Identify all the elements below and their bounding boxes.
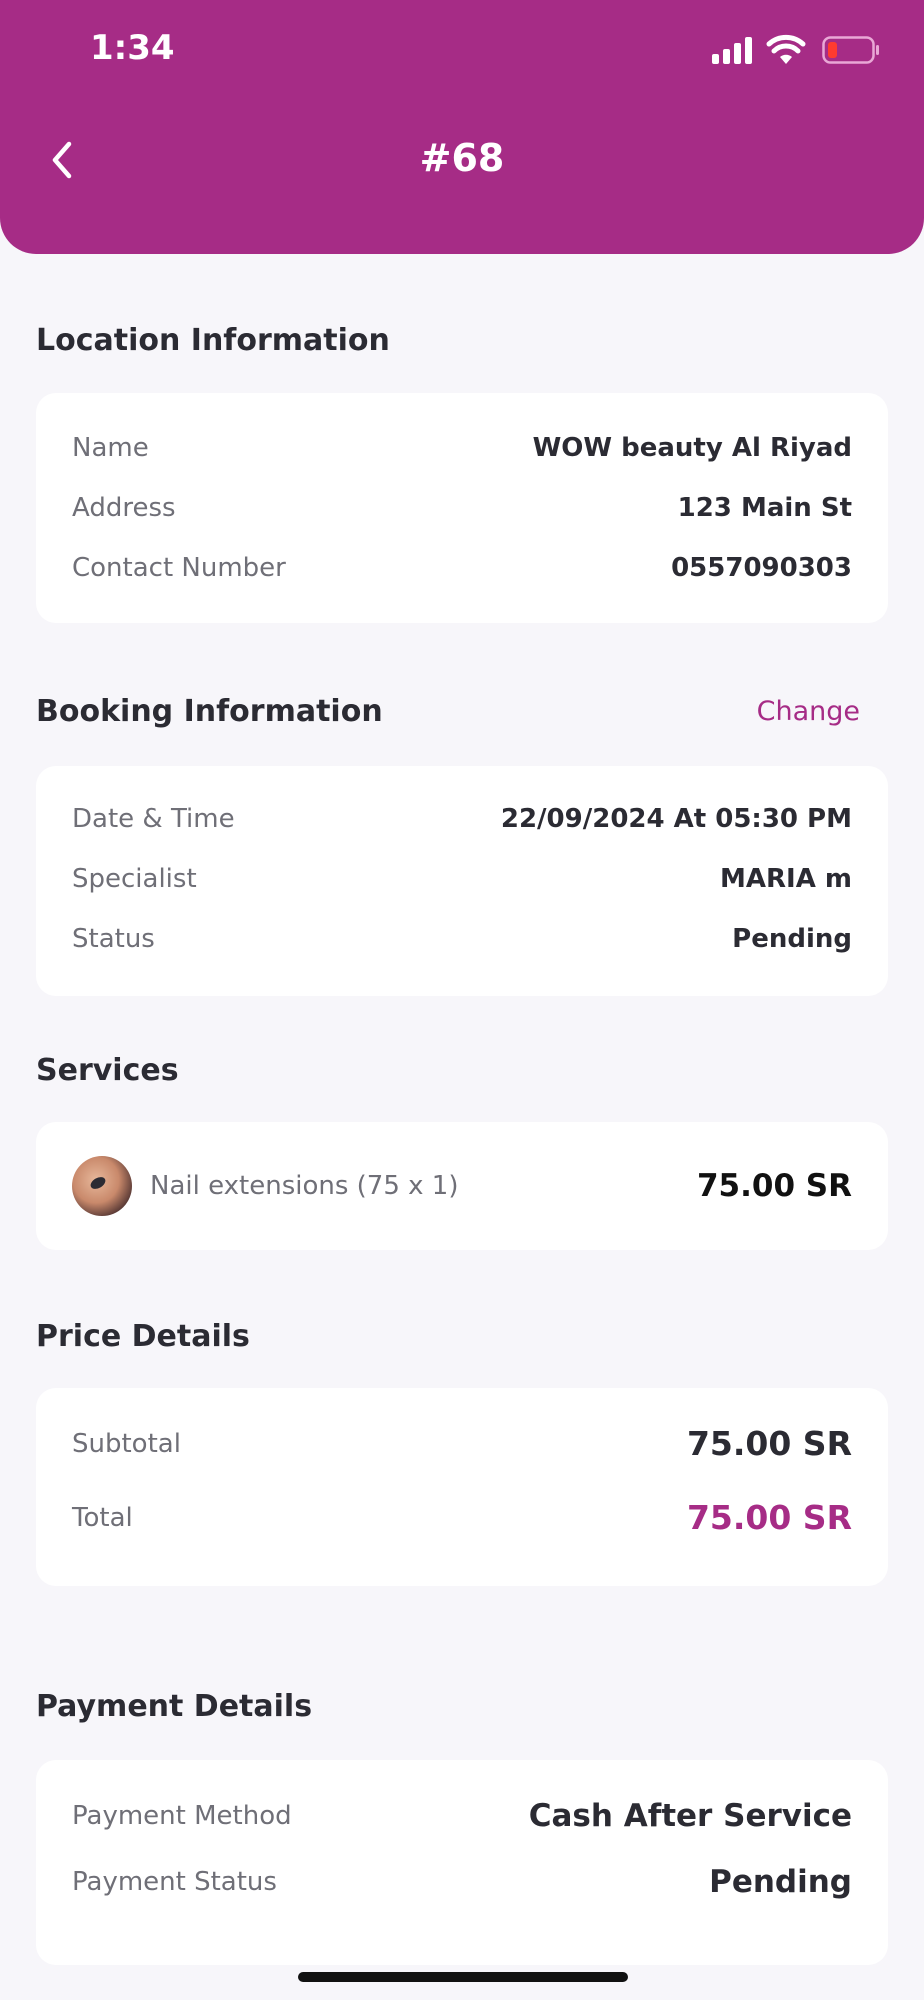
row-label: Address <box>72 493 176 523</box>
payment-method-label: Payment Method <box>72 1801 292 1831</box>
booking-status-value: Pending <box>732 924 852 954</box>
payment-section-title: Payment Details <box>36 1689 313 1724</box>
total-value: 75.00 SR <box>686 1498 852 1537</box>
location-name-value: WOW beauty Al Riyad <box>532 433 852 463</box>
payment-status-row: Payment Status Pending <box>72 1864 852 1900</box>
row-label: Specialist <box>72 864 197 894</box>
location-contact-value: 0557090303 <box>671 553 852 583</box>
services-card: Nail extensions (75 x 1) 75.00 SR <box>36 1122 888 1250</box>
row-label: Contact Number <box>72 553 286 583</box>
payment-card: Payment Method Cash After Service Paymen… <box>36 1760 888 1965</box>
service-thumbnail <box>72 1156 132 1216</box>
location-card: Name WOW beauty Al Riyad Address 123 Mai… <box>36 393 888 623</box>
service-name: Nail extensions (75 x 1) <box>150 1171 459 1201</box>
price-details-card: Subtotal 75.00 SR Total 75.00 SR <box>36 1388 888 1586</box>
price-details-section-title: Price Details <box>36 1319 250 1354</box>
service-price: 75.00 SR <box>696 1168 852 1204</box>
row-label: Status <box>72 924 155 954</box>
home-indicator <box>298 1972 628 1982</box>
booking-section-title: Booking Information <box>36 694 383 729</box>
cellular-signal-icon <box>712 37 752 64</box>
booking-card: Date & Time 22/09/2024 At 05:30 PM Speci… <box>36 766 888 996</box>
subtotal-row: Subtotal 75.00 SR <box>72 1424 852 1463</box>
location-name-row: Name WOW beauty Al Riyad <box>72 433 852 463</box>
location-section-title: Location Information <box>36 323 390 358</box>
booking-specialist-row: Specialist MARIA m <box>72 864 852 894</box>
location-address-row: Address 123 Main St <box>72 493 852 523</box>
row-label: Name <box>72 433 149 463</box>
booking-specialist-value: MARIA m <box>720 864 852 894</box>
app-header: 1:34 #68 <box>0 0 924 254</box>
total-row: Total 75.00 SR <box>72 1498 852 1537</box>
booking-status-row: Status Pending <box>72 924 852 954</box>
payment-status-label: Payment Status <box>72 1867 277 1897</box>
service-info: Nail extensions (75 x 1) <box>72 1156 458 1216</box>
booking-datetime-value: 22/09/2024 At 05:30 PM <box>500 804 852 834</box>
location-contact-row: Contact Number 0557090303 <box>72 553 852 583</box>
payment-method-row: Payment Method Cash After Service <box>72 1798 852 1834</box>
booking-datetime-row: Date & Time 22/09/2024 At 05:30 PM <box>72 804 852 834</box>
payment-status-value: Pending <box>709 1864 852 1900</box>
wifi-icon <box>766 34 806 64</box>
row-label: Date & Time <box>72 804 235 834</box>
services-section-title: Services <box>36 1053 179 1088</box>
service-item[interactable]: Nail extensions (75 x 1) 75.00 SR <box>72 1156 852 1216</box>
payment-method-value: Cash After Service <box>528 1798 852 1834</box>
change-booking-link[interactable]: Change <box>757 696 860 727</box>
total-label: Total <box>72 1502 133 1533</box>
location-address-value: 123 Main St <box>677 493 852 523</box>
subtotal-label: Subtotal <box>72 1428 181 1459</box>
battery-low-icon <box>822 36 879 64</box>
subtotal-value: 75.00 SR <box>686 1424 852 1463</box>
page-title: #68 <box>419 136 505 180</box>
status-bar-time: 1:34 <box>90 28 175 68</box>
